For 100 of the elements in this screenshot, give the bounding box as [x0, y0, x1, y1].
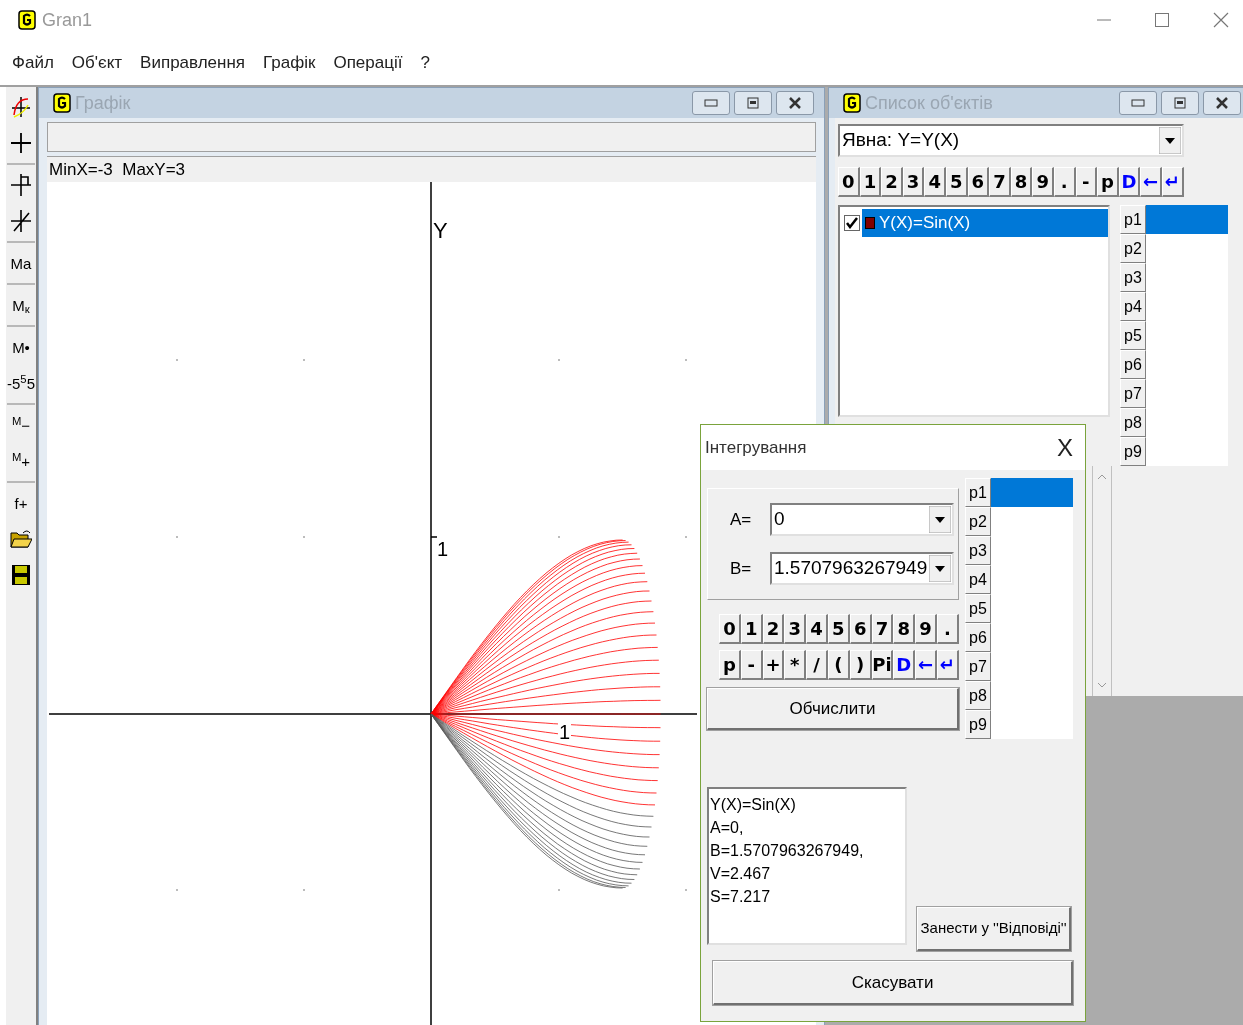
parameter-button[interactable]: p4	[1120, 292, 1146, 321]
menu-item[interactable]: Файл	[12, 49, 54, 76]
keypad-key[interactable]: 0	[838, 167, 860, 197]
keypad-key[interactable]: 7	[871, 614, 894, 644]
input-field[interactable]	[47, 122, 816, 152]
result-box[interactable]: Y(X)=Sin(X) A=0, B=1.5707963267949, V=2.467 S=7.217	[707, 787, 907, 945]
tool-button[interactable]: M•	[7, 329, 35, 365]
keypad-key[interactable]: (	[828, 650, 850, 680]
restore-icon	[747, 97, 759, 109]
scroll-up-icon[interactable]	[1097, 474, 1107, 480]
keypad-key[interactable]: 6	[849, 614, 872, 644]
parameter-button[interactable]: p2	[965, 507, 991, 536]
keypad-key[interactable]: 2	[762, 614, 785, 644]
keypad-key[interactable]: 9	[915, 614, 937, 644]
restore-button[interactable]	[1161, 91, 1199, 115]
keypad-key[interactable]: .	[936, 614, 959, 644]
keypad-key[interactable]: 1	[740, 614, 763, 644]
keypad-key[interactable]: -	[1075, 167, 1098, 197]
parameter-button[interactable]: p5	[1120, 321, 1146, 350]
maximize-icon[interactable]	[1155, 13, 1169, 27]
close-button[interactable]	[776, 91, 814, 115]
upper-limit-combo[interactable]: 1.5707963267949	[770, 552, 954, 585]
tool-button[interactable]: -5$^{5}$5	[7, 365, 35, 401]
parameter-button[interactable]: p6	[965, 623, 991, 652]
keypad-key[interactable]: Pi	[871, 650, 894, 680]
keypad-key[interactable]: 7	[989, 167, 1011, 197]
parameter-button[interactable]: p3	[1120, 263, 1146, 292]
parameter-button[interactable]: p1	[965, 478, 991, 507]
keypad-key[interactable]: 1	[859, 167, 882, 197]
menu-item[interactable]: ?	[420, 49, 430, 76]
keypad-key[interactable]: p	[1097, 167, 1119, 197]
keypad-key[interactable]: 8	[1010, 167, 1033, 197]
menu-item[interactable]: Виправлення	[140, 49, 246, 76]
keypad-key[interactable]: +	[762, 650, 785, 680]
field-label: A=	[730, 508, 753, 531]
close-button[interactable]: X	[1057, 435, 1073, 460]
parameter-button[interactable]: p4	[965, 565, 991, 594]
tool-button[interactable]: Ma	[7, 245, 35, 281]
save-answer-button[interactable]: Занести у ''Відповіді''	[917, 907, 1071, 951]
keypad-key[interactable]: 2	[881, 167, 903, 197]
parameter-button[interactable]: p3	[965, 536, 991, 565]
tool-button[interactable]: M$_{к}$	[7, 287, 35, 323]
menu-item[interactable]: Об'єкт	[71, 49, 123, 76]
restore-button[interactable]	[734, 91, 772, 115]
keypad-key[interactable]: -	[740, 650, 763, 680]
tool-button[interactable]: $^{M}$+	[7, 443, 35, 479]
keypad-key[interactable]: 0	[719, 614, 741, 644]
parameter-button[interactable]: p5	[965, 594, 991, 623]
parameter-button[interactable]: p1	[1120, 205, 1146, 234]
keypad-key[interactable]: D	[1118, 167, 1141, 197]
calculate-button[interactable]: Обчислити	[707, 688, 959, 730]
checkbox[interactable]	[844, 215, 860, 231]
parameter-button[interactable]: p8	[1120, 408, 1146, 437]
scrollbar[interactable]	[1092, 466, 1112, 696]
parameter-button[interactable]: p7	[965, 652, 991, 681]
keypad-key[interactable]: .	[1053, 167, 1076, 197]
parameter-button[interactable]: p6	[1120, 350, 1146, 379]
keypad-key[interactable]: p	[719, 650, 741, 680]
close-button[interactable]	[1203, 91, 1241, 115]
parameter-button[interactable]: p9	[965, 710, 991, 739]
keypad-key[interactable]: *	[784, 650, 807, 680]
keypad-key[interactable]: /	[806, 650, 828, 680]
parameter-button[interactable]: p9	[1120, 437, 1146, 466]
keypad-key[interactable]: )	[849, 650, 872, 680]
minimize-button[interactable]	[692, 91, 730, 115]
close-icon[interactable]	[1213, 12, 1229, 28]
minimize-icon	[1131, 99, 1145, 107]
dropdown-arrow-icon[interactable]	[1159, 127, 1181, 154]
keypad-key[interactable]: ↵	[1161, 167, 1184, 197]
lower-limit-combo[interactable]: 0	[770, 503, 954, 536]
keypad-key[interactable]: ↵	[936, 650, 959, 680]
menu-item[interactable]: Графік	[263, 49, 316, 76]
keypad-key[interactable]: 6	[967, 167, 990, 197]
type-combo[interactable]: Явна: Y=Y(X)	[838, 124, 1184, 157]
menu-item[interactable]: Операції	[333, 49, 403, 76]
keypad-key[interactable]: ←	[1140, 167, 1162, 197]
keypad-key[interactable]: 4	[924, 167, 946, 197]
object-item[interactable]: Y(X)=Sin(X)	[862, 209, 1108, 237]
parameter-button[interactable]: p8	[965, 681, 991, 710]
dropdown-arrow-icon[interactable]	[929, 555, 951, 582]
keypad-key[interactable]: 3	[902, 167, 925, 197]
parameter-button[interactable]: p7	[1120, 379, 1146, 408]
keypad-key[interactable]: 3	[784, 614, 807, 644]
keypad-key[interactable]: ←	[915, 650, 937, 680]
parameter-button[interactable]: p2	[1120, 234, 1146, 263]
keypad-key[interactable]: 5	[945, 167, 968, 197]
keypad-key[interactable]: 5	[828, 614, 850, 644]
keypad-key[interactable]: D	[893, 650, 916, 680]
scroll-down-icon[interactable]	[1097, 682, 1107, 688]
keypad-key[interactable]: 4	[806, 614, 828, 644]
minimize-button[interactable]	[1119, 91, 1157, 115]
axis-label: Y	[433, 217, 448, 245]
result-line: Y(X)=Sin(X)	[710, 795, 796, 815]
keypad-key[interactable]: 8	[893, 614, 916, 644]
window-title: Gran1	[42, 8, 93, 32]
cancel-button[interactable]: Скасувати	[713, 961, 1073, 1005]
keypad-key[interactable]: 9	[1032, 167, 1054, 197]
dropdown-arrow-icon[interactable]	[929, 506, 951, 533]
tool-button[interactable]: $^{M}$−	[7, 407, 35, 443]
tool-button[interactable]: f+	[7, 485, 35, 521]
